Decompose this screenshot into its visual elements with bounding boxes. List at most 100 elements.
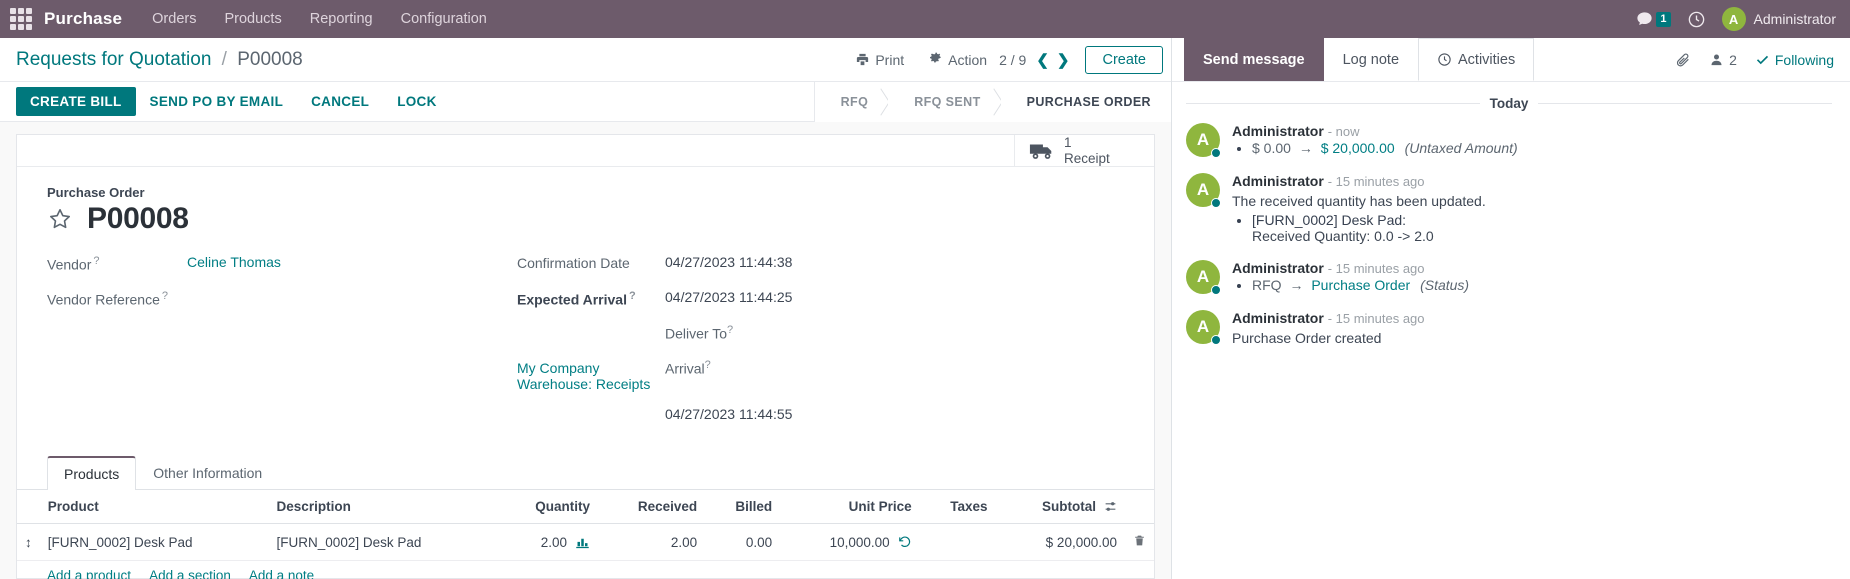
add-a-note-link[interactable]: Add a note — [249, 568, 314, 579]
app-brand-purchase[interactable]: Purchase — [44, 9, 122, 29]
cell-quantity[interactable]: 2.00 — [497, 523, 599, 562]
column-options-icon[interactable] — [1104, 500, 1117, 513]
field-confirmation-date-label: Confirmation Date — [517, 255, 630, 272]
warehouse-receipts-link[interactable]: My Company Warehouse: Receipts — [517, 359, 665, 392]
message-main: Administrator - 15 minutes ago RFQ → Pur… — [1232, 260, 1832, 294]
user-menu[interactable]: A Administrator — [1721, 7, 1836, 31]
receipts-smart-button[interactable]: 1 Receipt — [1014, 135, 1154, 167]
vendor-value[interactable]: Celine Thomas — [187, 254, 281, 270]
menu-item-reporting[interactable]: Reporting — [310, 11, 373, 27]
status-row: Create Bill Send PO by Email Cancel Lock… — [0, 81, 1171, 122]
expected-arrival-value[interactable]: 04/27/2023 11:44:25 — [665, 289, 792, 305]
messages-menu[interactable]: 1 — [1635, 10, 1671, 29]
cancel-button[interactable]: Cancel — [297, 88, 383, 115]
log-note-button[interactable]: Log note — [1324, 38, 1418, 81]
paperclip-icon[interactable] — [1675, 52, 1691, 68]
message-time: - 15 minutes ago — [1327, 261, 1425, 277]
row-delete-button[interactable] — [1125, 523, 1154, 562]
column-header-billed[interactable]: Billed — [705, 490, 781, 525]
tab-products[interactable]: Products — [47, 456, 137, 491]
sheet-wrapper: 1 Receipt Purchase Order P00008 Vendor ?… — [0, 122, 1171, 579]
online-status-dot — [1211, 198, 1221, 208]
vendor-reference-help-icon[interactable]: ? — [162, 290, 168, 302]
create-bill-button[interactable]: Create Bill — [16, 87, 136, 116]
print-label: Print — [875, 51, 905, 68]
star-outline-icon[interactable] — [47, 206, 73, 232]
drag-column-header — [17, 490, 40, 525]
expected-arrival-help-icon[interactable]: ? — [629, 290, 636, 302]
send-po-by-email-button[interactable]: Send PO by Email — [136, 88, 298, 115]
send-message-button[interactable]: Send message — [1184, 38, 1324, 81]
form-view: Requests for Quotation / P00008 Print Ac… — [0, 38, 1172, 579]
online-status-dot — [1211, 335, 1221, 346]
deliver-to-help-icon[interactable]: ? — [727, 324, 733, 336]
stage-rfq[interactable]: RFQ — [814, 81, 889, 122]
cell-product[interactable]: [FURN_0002] Desk Pad — [39, 523, 269, 562]
pager-value: 2 / 9 — [999, 51, 1027, 68]
action-button[interactable]: Action — [916, 48, 999, 72]
field-vendor-label: Vendor? — [47, 254, 187, 273]
table-row[interactable]: ↕ [FURN_0002] Desk Pad [FURN_0002] Desk … — [17, 523, 1154, 562]
menu-item-orders[interactable]: Orders — [152, 11, 196, 27]
cell-unit-price[interactable]: 10,000.00 — [780, 523, 920, 562]
menu-item-configuration[interactable]: Configuration — [401, 11, 487, 27]
deliver-to-label-text: Deliver To — [665, 325, 727, 342]
message-time: - now — [1327, 124, 1360, 139]
vendor-help-icon[interactable]: ? — [93, 255, 99, 267]
cell-taxes[interactable] — [919, 523, 996, 562]
add-a-product-link[interactable]: Add a product — [47, 568, 131, 579]
stage-purchase-order[interactable]: Purchase Order — [1000, 81, 1171, 122]
vendor-label-text: Vendor — [47, 256, 92, 273]
arrival-help-icon[interactable]: ? — [705, 359, 711, 371]
column-header-unit-price[interactable]: Unit Price — [780, 490, 920, 525]
chatter-thread: Today A Administrator - now • $ 0.00 → $… — [1172, 82, 1850, 579]
chatter: Send message Log note Activities 2 Follo… — [1172, 38, 1850, 579]
column-header-taxes[interactable]: Taxes — [919, 490, 996, 525]
cell-received[interactable]: 2.00 — [598, 523, 706, 562]
column-header-description[interactable]: Description — [268, 490, 498, 525]
chevron-right-icon[interactable]: ❯ — [1057, 51, 1070, 69]
cell-billed[interactable]: 0.00 — [705, 523, 781, 562]
lock-button[interactable]: Lock — [383, 88, 450, 115]
drag-handle-icon[interactable]: ↕ — [17, 523, 40, 562]
followers-button[interactable]: 2 — [1709, 52, 1737, 68]
pager-arrows: ❮ ❯ — [1036, 51, 1069, 69]
main-split: Requests for Quotation / P00008 Print Ac… — [0, 38, 1850, 579]
line-add-links: Add a product Add a section Add a note — [17, 561, 1154, 579]
pager: 2 / 9 ❮ ❯ — [999, 51, 1069, 69]
chevron-left-icon[interactable]: ❮ — [1036, 51, 1049, 69]
column-header-received[interactable]: Received — [598, 490, 706, 525]
breadcrumb-root[interactable]: Requests for Quotation — [16, 49, 211, 70]
field-incoming-shipments: My Company Warehouse: Receipts Arrival? — [517, 359, 1124, 392]
stage-rfq-sent[interactable]: RFQ Sent — [888, 81, 1001, 122]
breadcrumb-current: P00008 — [237, 48, 303, 70]
add-a-section-link[interactable]: Add a section — [149, 568, 231, 579]
order-lines-body: ↕ [FURN_0002] Desk Pad [FURN_0002] Desk … — [17, 523, 1154, 562]
forecast-report-icon[interactable] — [575, 536, 590, 549]
control-panel: Requests for Quotation / P00008 Print Ac… — [0, 38, 1171, 82]
tracking-row: [FURN_0002] Desk Pad: — [1252, 212, 1832, 228]
column-header-quantity[interactable]: Quantity — [497, 490, 599, 525]
subtotal-header-inline: Subtotal — [1042, 499, 1117, 514]
cell-description[interactable]: [FURN_0002] Desk Pad — [268, 523, 498, 562]
create-button[interactable]: Create — [1085, 45, 1163, 74]
field-expected-arrival: Expected Arrival? 04/27/2023 11:44:25 — [517, 289, 1124, 310]
column-header-subtotal[interactable]: Subtotal — [995, 490, 1125, 525]
apps-grid-icon[interactable] — [10, 8, 32, 30]
following-button[interactable]: Following — [1755, 52, 1834, 68]
message-main: Administrator - 15 minutes ago The recei… — [1232, 173, 1832, 244]
menu-item-products[interactable]: Products — [224, 11, 281, 27]
receipts-stat-text: 1 Receipt — [1064, 135, 1110, 166]
activities-button[interactable]: Activities — [1418, 38, 1535, 81]
order-lines-table: Product Description Quantity Received Bi… — [17, 490, 1154, 562]
message-header: Administrator - now — [1232, 123, 1832, 139]
day-separator-line-left — [1186, 103, 1480, 104]
history-undo-icon[interactable] — [898, 535, 912, 549]
form-columns: Vendor? Celine Thomas Vendor Reference? — [47, 254, 1124, 441]
control-panel-actions: Print Action 2 / 9 ❮ ❯ Create — [843, 45, 1163, 74]
day-separator-label: Today — [1489, 96, 1529, 111]
tab-other-information[interactable]: Other Information — [136, 456, 279, 490]
clock-icon[interactable] — [1687, 10, 1706, 29]
column-header-product[interactable]: Product — [39, 490, 269, 525]
print-button[interactable]: Print — [843, 48, 916, 72]
